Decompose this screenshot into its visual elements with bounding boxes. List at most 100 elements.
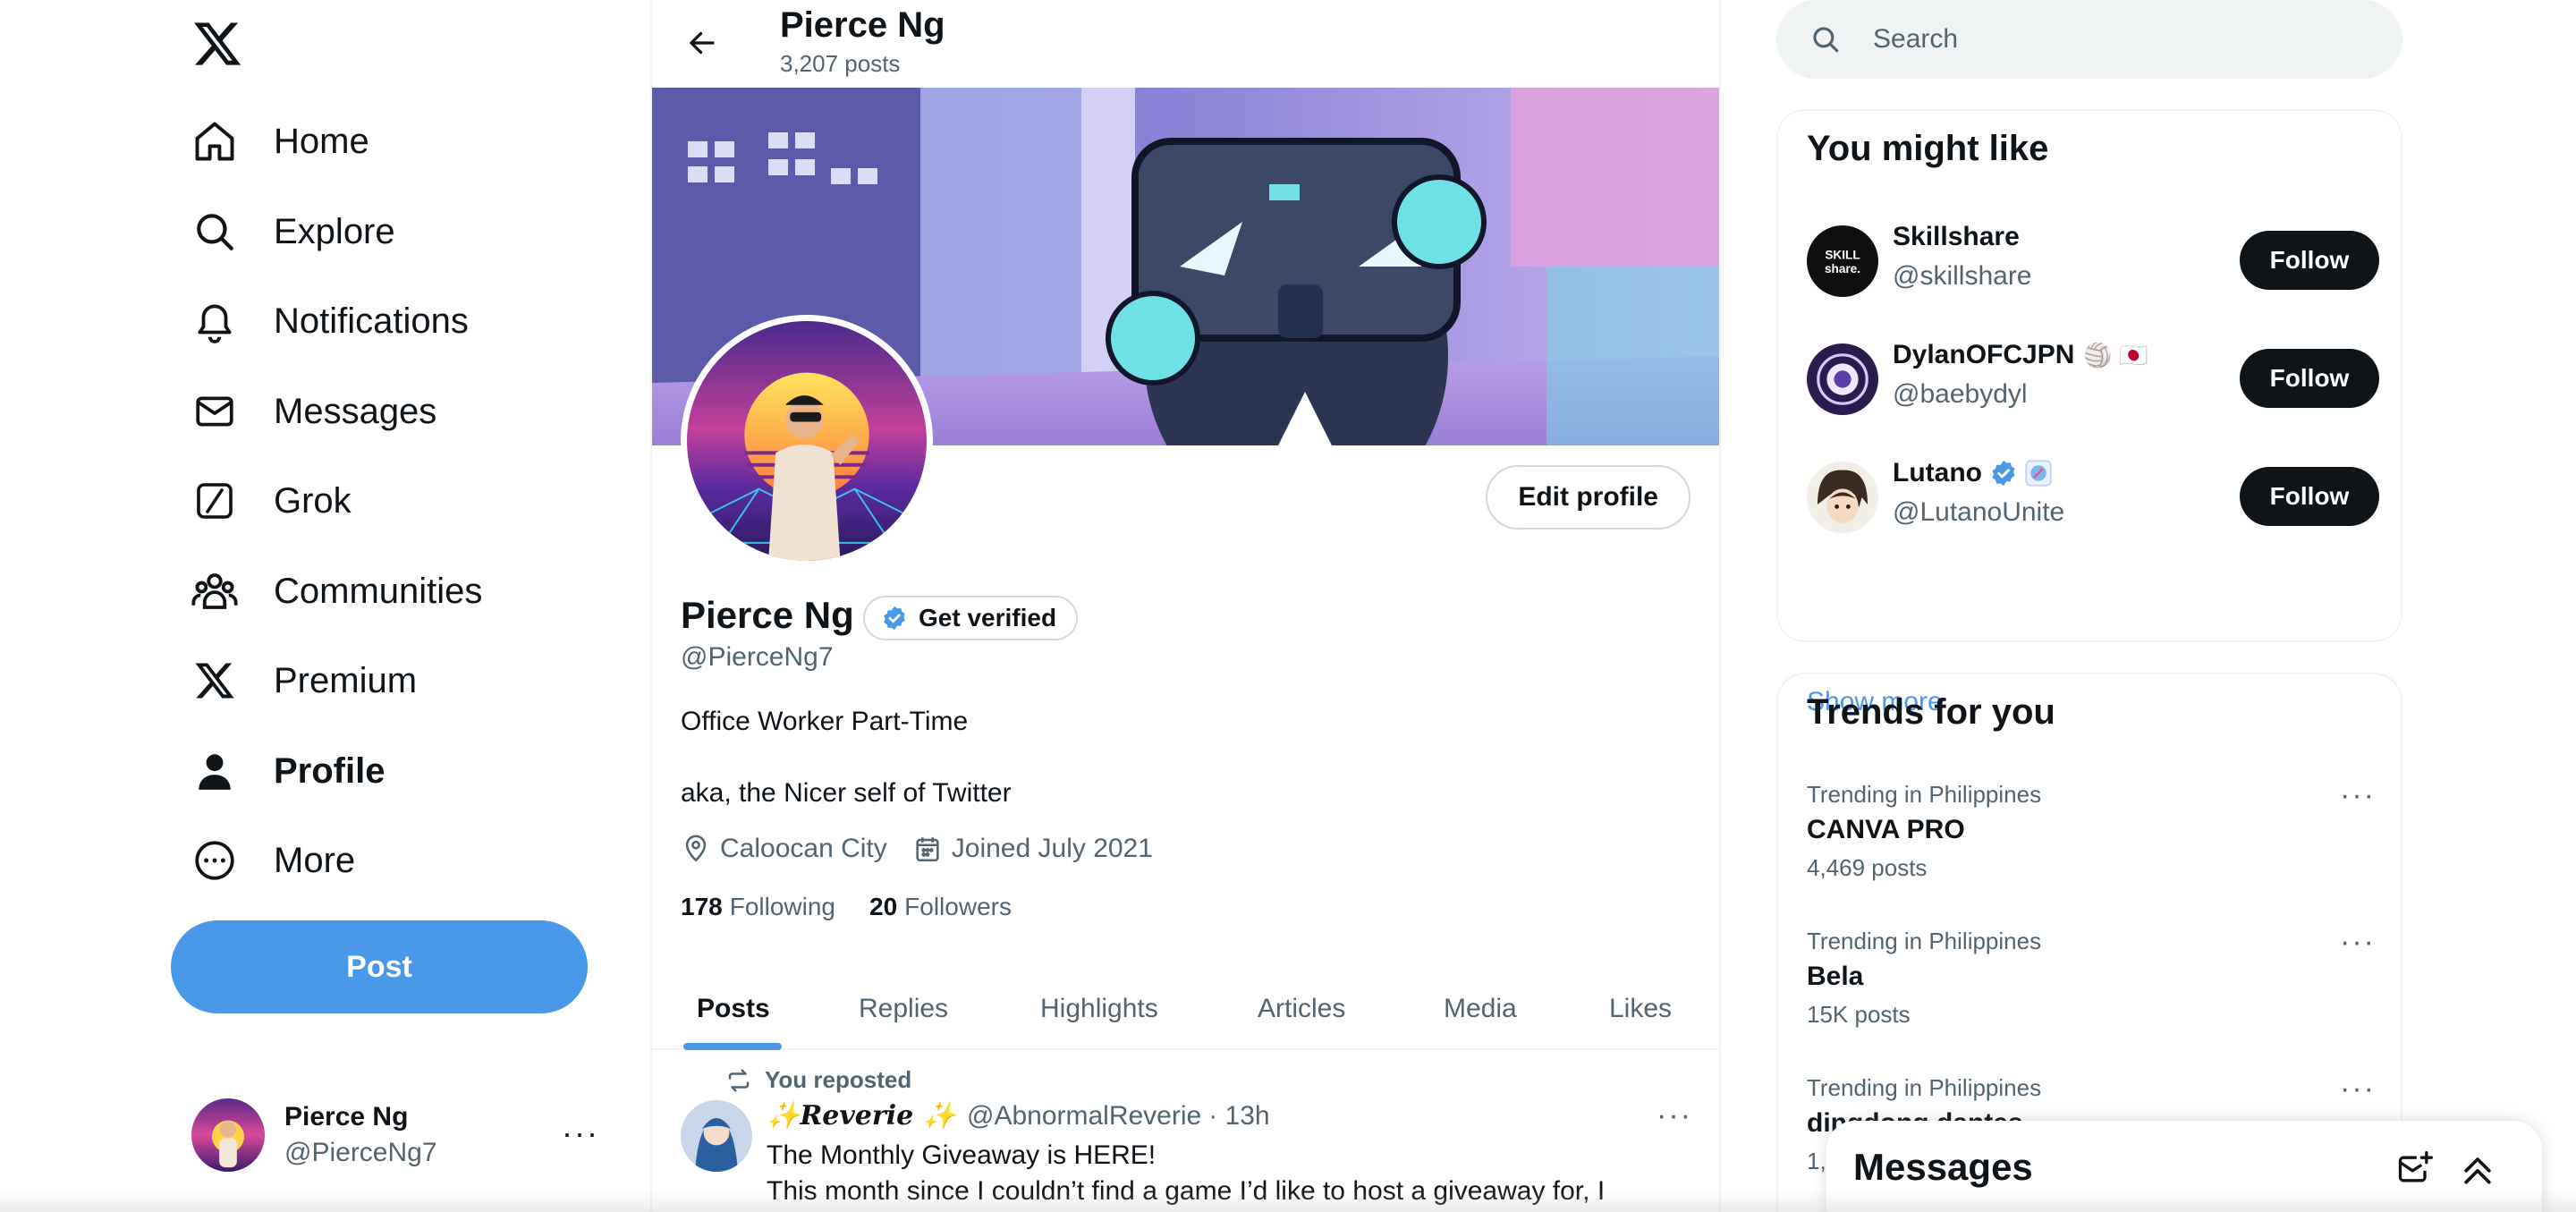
- trend-context: Trending in Philippines: [1807, 781, 2042, 808]
- repost-icon: [728, 1069, 750, 1091]
- profile-column: Pierce Ng 3,207 posts Edit profile Pierc…: [650, 0, 1721, 1212]
- suggested-user-handle: @LutanoUnite: [1893, 497, 2065, 527]
- messages-drawer[interactable]: Messages: [1826, 1121, 2542, 1212]
- trend-item[interactable]: Trending in Philippines CANVA PRO 4,469 …: [1807, 778, 2379, 912]
- nav-profile-label: Profile: [274, 750, 386, 791]
- trend-count: 15K posts: [1807, 1001, 1911, 1028]
- trend-item[interactable]: Trending in Philippines Bela 15K posts ·…: [1807, 925, 2379, 1059]
- nav-notifications[interactable]: Notifications: [190, 285, 469, 357]
- grok-icon: [190, 476, 240, 526]
- tab-highlights[interactable]: Highlights: [1040, 968, 1158, 1050]
- follow-button[interactable]: Follow: [2240, 467, 2379, 526]
- right-sidebar: Search You might like SKILL share. Skills…: [1721, 0, 2576, 1212]
- nav-home[interactable]: Home: [190, 106, 369, 177]
- verified-badge-icon: [884, 606, 905, 631]
- tab-articles[interactable]: Articles: [1258, 968, 1345, 1050]
- get-verified-button[interactable]: Get verified: [863, 596, 1079, 640]
- nav-more-label: More: [274, 840, 356, 880]
- nav-explore[interactable]: Explore: [190, 196, 395, 267]
- tweet-text-line1: The Monthly Giveaway is HERE!: [767, 1140, 1157, 1170]
- profile-avatar[interactable]: [681, 315, 933, 567]
- svg-text:SKILL: SKILL: [1825, 249, 1860, 262]
- suggested-user[interactable]: Lutano @LutanoUnite Follow: [1807, 456, 2379, 537]
- repost-indicator: You reposted: [725, 1066, 911, 1094]
- active-tab-indicator: [683, 1043, 782, 1050]
- following-label: Following: [729, 893, 835, 920]
- left-navigation: Home Explore Notifications Messages Grok…: [0, 0, 650, 1212]
- trend-count: 4,469 posts: [1807, 854, 1928, 881]
- nav-grok-label: Grok: [274, 480, 352, 521]
- tweet[interactable]: You reposted ✨𝑹𝒆𝒗𝒆𝒓𝒊𝒆 ✨ @AbnormalReverie…: [652, 1052, 1719, 1212]
- nav-communities[interactable]: Communities: [190, 555, 482, 627]
- follow-button[interactable]: Follow: [2240, 231, 2379, 290]
- location-pin-icon: [685, 835, 707, 862]
- trend-more-icon[interactable]: ···: [2340, 1072, 2376, 1106]
- tweet-text-line2: This month since I couldn’t find a game …: [767, 1176, 1606, 1206]
- tweet-time[interactable]: · 13h: [1208, 1101, 1269, 1131]
- tweet-text: The Monthly Giveaway is HERE! This month…: [767, 1138, 1679, 1209]
- x-logo-icon: [190, 656, 240, 706]
- account-name: Pierce Ng: [284, 1102, 409, 1131]
- nav-grok[interactable]: Grok: [190, 465, 352, 537]
- affiliate-badge-icon: [2025, 460, 2052, 487]
- people-icon: [190, 566, 240, 616]
- followers-link[interactable]: 20 Followers: [869, 893, 1012, 921]
- suggested-user-name: Skillshare: [1893, 222, 2020, 251]
- chevron-up-icon[interactable]: [2458, 1149, 2497, 1189]
- tweet-more-icon[interactable]: ···: [1657, 1098, 1692, 1133]
- suggested-user-badges: 🏐 🇯🇵: [2083, 341, 2148, 369]
- profile-header-bar: Pierce Ng 3,207 posts: [652, 0, 1719, 88]
- suggested-user[interactable]: SKILL share. Skillshare @skillshare Follo…: [1807, 220, 2379, 301]
- following-link[interactable]: 178 Following: [681, 893, 835, 921]
- suggested-user-name-text: DylanOFCJPN: [1893, 340, 2075, 369]
- post-button[interactable]: Post: [171, 920, 588, 1013]
- back-arrow-icon[interactable]: [679, 20, 725, 66]
- nav-messages-label: Messages: [274, 391, 437, 431]
- account-more-icon[interactable]: ···: [562, 1115, 599, 1152]
- new-message-icon[interactable]: [2395, 1149, 2435, 1189]
- nav-premium[interactable]: Premium: [190, 645, 417, 716]
- suggested-user-name: DylanOFCJPN 🏐 🇯🇵: [1893, 340, 2148, 370]
- trend-more-icon[interactable]: ···: [2340, 778, 2376, 813]
- header-post-count: 3,207 posts: [780, 50, 901, 77]
- tab-replies[interactable]: Replies: [859, 968, 948, 1050]
- tweet-author-avatar[interactable]: [681, 1100, 752, 1172]
- bell-icon: [190, 296, 240, 346]
- who-to-follow-title: You might like: [1807, 129, 2049, 168]
- search-box[interactable]: Search: [1776, 0, 2402, 79]
- profile-joined-text: Joined July 2021: [951, 834, 1153, 863]
- suggested-user[interactable]: DylanOFCJPN 🏐 🇯🇵 @baebydyl Follow: [1807, 338, 2379, 419]
- nav-more[interactable]: More: [190, 825, 355, 896]
- nav-premium-label: Premium: [274, 660, 418, 700]
- search-input[interactable]: Search: [1873, 24, 1958, 55]
- followers-label: Followers: [904, 893, 1012, 920]
- trend-more-icon[interactable]: ···: [2340, 925, 2376, 960]
- nav-messages[interactable]: Messages: [190, 376, 436, 447]
- tab-posts[interactable]: Posts: [697, 968, 770, 1050]
- profile-handle: @PierceNg7: [681, 642, 834, 672]
- nav-profile[interactable]: Profile: [190, 735, 385, 807]
- suggested-user-handle: @skillshare: [1893, 261, 2032, 291]
- tab-likes[interactable]: Likes: [1609, 968, 1672, 1050]
- suggested-user-name: Lutano: [1893, 458, 2052, 488]
- envelope-icon: [190, 386, 240, 436]
- who-to-follow-card: You might like SKILL share. Skillshare @s…: [1776, 109, 2402, 716]
- trend-name: CANVA PRO: [1807, 815, 1965, 844]
- svg-text:share.: share.: [1825, 262, 1860, 275]
- account-switcher[interactable]: Pierce Ng @PierceNg7 ···: [191, 1095, 621, 1175]
- account-text: Pierce Ng @PierceNg7: [284, 1099, 437, 1171]
- tab-media[interactable]: Media: [1444, 968, 1517, 1050]
- verified-badge-icon: [1992, 461, 2015, 486]
- profile-bio-line2: aka, the Nicer self of Twitter: [681, 778, 1012, 808]
- tweet-author-handle[interactable]: @AbnormalReverie: [967, 1101, 1201, 1131]
- edit-profile-button[interactable]: Edit profile: [1486, 465, 1690, 530]
- nav-communities-label: Communities: [274, 571, 483, 611]
- follow-button[interactable]: Follow: [2240, 349, 2379, 408]
- x-logo-icon[interactable]: [191, 18, 243, 70]
- trend-context: Trending in Philippines: [1807, 928, 2042, 954]
- messages-drawer-title: Messages: [1853, 1146, 2033, 1188]
- avatar: [1807, 462, 1878, 533]
- get-verified-label: Get verified: [919, 604, 1057, 631]
- tweet-author-name[interactable]: ✨𝑹𝒆𝒗𝒆𝒓𝒊𝒆 ✨: [767, 1100, 956, 1131]
- person-icon: [190, 746, 240, 796]
